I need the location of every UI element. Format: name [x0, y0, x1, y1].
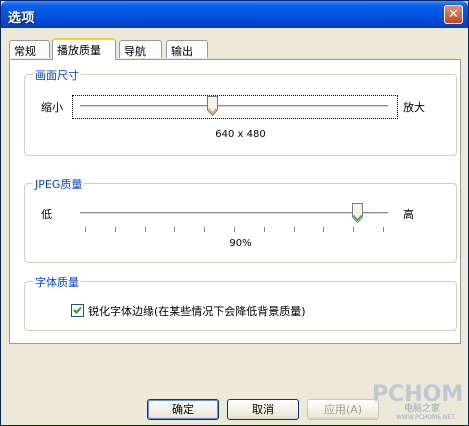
cancel-button[interactable]: 取消 — [227, 399, 299, 420]
slider-tick — [234, 227, 235, 232]
ok-button[interactable]: 确定 — [147, 399, 219, 420]
slider-tick — [263, 227, 265, 232]
tab-navigation[interactable]: 导航 — [119, 40, 162, 58]
jpeg-quality-slider-thumb[interactable] — [351, 203, 363, 223]
high-label: 高 — [403, 208, 414, 221]
zoom-out-label: 缩小 — [41, 101, 63, 114]
slider-tick — [174, 227, 176, 232]
close-button[interactable]: ✕ — [444, 5, 463, 24]
checkmark-icon — [73, 306, 82, 314]
jpeg-quality-track[interactable] — [80, 212, 388, 215]
font-quality-legend: 字体质量 — [33, 274, 81, 290]
picture-size-value: 640 x 480 — [215, 129, 266, 140]
title-bar[interactable]: 选项 ✕ — [1, 1, 468, 28]
close-icon: ✕ — [448, 7, 459, 22]
slider-tick — [323, 227, 325, 232]
apply-button[interactable]: 应用(A) — [307, 399, 379, 420]
low-label: 低 — [41, 208, 52, 221]
watermark-line2: 电脑之家 — [404, 402, 440, 414]
font-quality-group: 字体质量 锐化字体边缘(在某些情况下会降低背景质量) — [24, 274, 457, 331]
slider-tick — [204, 227, 206, 232]
picture-size-track[interactable] — [80, 105, 388, 108]
pchome-watermark: PCHOME 电脑之家 WWW.PCHOME.NET — [372, 382, 462, 421]
jpeg-quality-value: 90% — [229, 238, 252, 249]
slider-tick — [114, 227, 116, 232]
jpeg-quality-ticks — [25, 227, 456, 233]
watermark-line3: WWW.PCHOME.NET — [396, 414, 455, 421]
tab-output[interactable]: 输出 — [166, 40, 208, 58]
slider-tick — [85, 227, 86, 232]
zoom-in-label: 放大 — [403, 101, 425, 114]
tab-general[interactable]: 常规 — [9, 40, 50, 58]
slider-tick — [383, 227, 384, 232]
picture-size-legend: 画面尺寸 — [33, 67, 81, 83]
sharpen-font-label[interactable]: 锐化字体边缘(在某些情况下会降低背景质量) — [88, 303, 306, 319]
tab-playback-quality[interactable]: 播放质量 — [52, 38, 116, 60]
options-dialog: 选项 ✕ 常规 播放质量 导航 输出 画面尺寸 缩小 放大 640 x 480 … — [0, 0, 469, 426]
picture-size-slider-thumb[interactable] — [206, 96, 218, 116]
slider-tick — [144, 227, 146, 232]
window-title: 选项 — [8, 11, 36, 26]
jpeg-quality-legend: JPEG质量 — [33, 176, 85, 192]
picture-size-group: 画面尺寸 缩小 放大 640 x 480 — [24, 67, 457, 156]
tab-panel: 画面尺寸 缩小 放大 640 x 480 JPEG质量 低 高 90% 字体质量… — [9, 59, 461, 344]
sharpen-font-checkbox[interactable] — [71, 304, 84, 317]
slider-tick — [293, 227, 295, 232]
jpeg-quality-group: JPEG质量 低 高 90% — [24, 176, 457, 263]
slider-tick — [353, 227, 355, 232]
